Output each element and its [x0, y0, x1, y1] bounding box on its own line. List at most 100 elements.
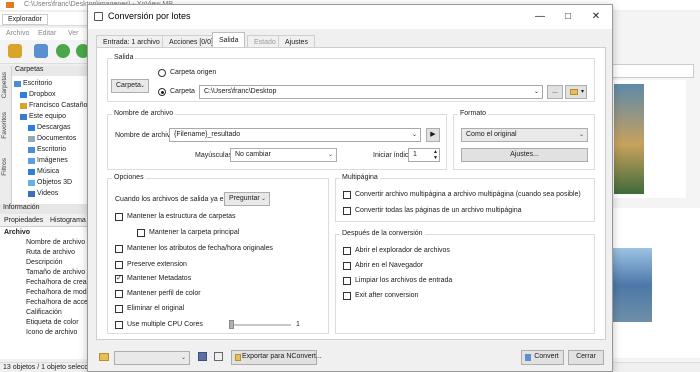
export-icon	[235, 354, 241, 361]
stepper-arrows-icon[interactable]: ▲ ▼	[433, 149, 438, 161]
minimize-icon[interactable]: —	[529, 9, 551, 25]
favorites-folder-button[interactable]: ▾	[565, 85, 587, 99]
folder-tree: Escritorio Dropbox Francisco Castaño Est…	[12, 76, 92, 212]
play-icon: ▶	[430, 131, 436, 138]
convert-icon	[525, 354, 531, 361]
exists-label: Cuando los archivos de salida ya existan	[115, 196, 242, 203]
tree-item[interactable]: Imágenes	[28, 155, 68, 166]
start-index-stepper[interactable]: 1 ▲ ▼	[408, 148, 440, 162]
image-icon[interactable]	[34, 44, 48, 58]
folder-icon	[570, 89, 578, 95]
tree-item[interactable]: Escritorio	[28, 144, 66, 155]
menu-editar[interactable]: Editar	[38, 30, 56, 37]
chevron-down-icon: ⌄	[180, 355, 186, 361]
keep-folder-structure-label: Mantener la estructura de carpetas	[127, 213, 236, 220]
vtab-carpetas[interactable]: Carpetas	[1, 72, 8, 98]
export-nconvert-button[interactable]: Exportar para NConvert...	[231, 350, 322, 365]
insert-variable-button[interactable]: ▶	[426, 128, 440, 142]
cpu-value: 1	[296, 321, 300, 328]
chevron-down-icon: ⌄	[411, 132, 417, 138]
tree-item[interactable]: Francisco Castaño	[20, 100, 87, 111]
convert-all-pages-checkbox[interactable]	[343, 207, 351, 215]
keep-main-folder-label: Mantener la carpeta principal	[149, 229, 240, 236]
tree-item[interactable]: Escritorio	[14, 78, 52, 89]
search-input[interactable]	[612, 64, 694, 78]
save-as-icon[interactable]	[214, 352, 223, 361]
preserve-extension-checkbox[interactable]	[115, 261, 123, 269]
multiple-cpu-checkbox[interactable]	[115, 321, 123, 329]
keep-date-attributes-checkbox[interactable]	[115, 245, 123, 253]
thumbnail-image[interactable]	[614, 84, 644, 194]
radio-carpeta[interactable]	[158, 88, 166, 96]
tab-salida[interactable]: Salida	[212, 32, 246, 48]
open-preset-icon[interactable]	[99, 353, 109, 361]
vtab-filtros[interactable]: Filtros	[1, 158, 8, 176]
folder-icon	[14, 80, 21, 87]
menu-ver[interactable]: Ver	[68, 30, 79, 37]
preset-combo[interactable]: ⌄	[114, 351, 190, 365]
close-button[interactable]: Cerrar	[568, 350, 604, 365]
refresh-icon[interactable]	[56, 44, 70, 58]
status-text: 13 objetos / 1 objeto selecci	[3, 364, 90, 371]
folder-icon[interactable]	[8, 44, 22, 58]
close-icon[interactable]: ✕	[585, 9, 607, 25]
preview-image	[610, 248, 652, 322]
convert-all-pages-label: Convertir todas las páginas de un archiv…	[355, 207, 522, 214]
vtab-favoritos[interactable]: Favoritos	[1, 112, 8, 139]
save-icon[interactable]	[198, 352, 207, 361]
dialog-bottom-bar: ⌄ Exportar para NConvert... Convert Cerr…	[88, 345, 612, 371]
formato-group-title: Formato	[458, 110, 489, 117]
keep-metadata-checkbox[interactable]: ✓	[115, 275, 123, 283]
overwrite-combo[interactable]: Preguntar ⌄	[224, 192, 270, 206]
format-combo[interactable]: Como el original ⌄	[461, 128, 588, 142]
maximize-icon[interactable]: □	[557, 9, 579, 25]
tab-histograma[interactable]: Histograma	[50, 217, 86, 224]
info-tabs: Propiedades Histograma	[0, 215, 92, 227]
salida-group-title: Salida	[112, 54, 136, 61]
info-row: Tamaño de archivo	[26, 269, 86, 276]
tab-propiedades[interactable]: Propiedades	[4, 217, 43, 224]
info-row: Calificación	[26, 309, 62, 316]
tab-explorador[interactable]: Explorador	[2, 14, 48, 25]
cpu-slider-track[interactable]	[229, 324, 291, 326]
multipagina-group	[335, 178, 595, 222]
open-browser-label: Abrir en el Navegador	[355, 262, 424, 269]
tree-item[interactable]: Este equipo	[20, 111, 66, 122]
browse-button[interactable]: ...	[547, 85, 563, 99]
output-mode-combo[interactable]: Carpeta ⌄	[111, 79, 149, 93]
app-icon	[6, 2, 14, 8]
clear-input-checkbox[interactable]	[343, 277, 351, 285]
multipage-to-multipage-checkbox[interactable]	[343, 191, 351, 199]
keep-color-profile-checkbox[interactable]	[115, 290, 123, 298]
tree-item[interactable]: Descargas	[28, 122, 70, 133]
cpu-slider-handle[interactable]	[229, 320, 234, 329]
multiple-cpu-label: Use multiple CPU Cores	[127, 321, 203, 328]
filename-pattern-input[interactable]: {Filename}_resultado ⌄	[169, 128, 421, 142]
info-section-title: Archivo	[4, 229, 31, 236]
chevron-down-icon: ⌄	[578, 132, 584, 138]
output-folder-input[interactable]: C:\Users\franc\Desktop ⌄	[199, 85, 543, 99]
dialog-tabs: Entrada: 1 archivo Acciones [0/0] Salida…	[96, 32, 606, 48]
format-settings-button[interactable]: Ajustes...	[461, 148, 588, 162]
exit-after-checkbox[interactable]	[343, 292, 351, 300]
tree-item[interactable]: Videos	[28, 188, 58, 199]
opciones-group-title: Opciones	[112, 174, 146, 181]
tree-item[interactable]: Documentos	[28, 133, 76, 144]
nombre-archivo-group-title: Nombre de archivo	[112, 110, 176, 117]
background-tabbar: Explorador	[0, 12, 92, 26]
keep-folder-structure-checkbox[interactable]	[115, 213, 123, 221]
download-icon	[28, 124, 35, 131]
side-vertical-tabs: Carpetas Favoritos Filtros	[0, 66, 12, 214]
menu-archivo[interactable]: Archivo	[6, 30, 29, 37]
tree-item[interactable]: Música	[28, 166, 59, 177]
open-browser-checkbox[interactable]	[343, 262, 351, 270]
open-explorer-checkbox[interactable]	[343, 247, 351, 255]
case-combo[interactable]: No cambiar ⌄	[230, 148, 337, 162]
keep-main-folder-checkbox[interactable]	[137, 229, 145, 237]
delete-original-checkbox[interactable]	[115, 305, 123, 313]
multipage-to-multipage-label: Convertir archivo multipágina a archivo …	[355, 191, 581, 198]
tree-item[interactable]: Dropbox	[20, 89, 55, 100]
tree-item[interactable]: Objetos 3D	[28, 177, 72, 188]
radio-carpeta-origen[interactable]	[158, 69, 166, 77]
convert-button[interactable]: Convert	[521, 350, 564, 365]
